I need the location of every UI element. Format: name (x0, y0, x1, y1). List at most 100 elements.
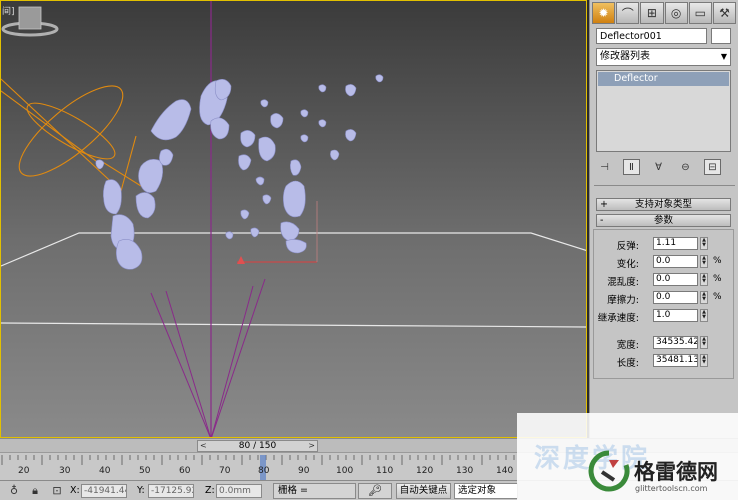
time-slider[interactable]: < 80 / 150 > (197, 440, 318, 452)
inherit-velocity-field[interactable]: 1.0 (653, 309, 698, 322)
cone-line (165, 290, 211, 437)
stack-toolbar: ⊣ Ⅱ ∀ ⊖ ⊟ (596, 158, 731, 176)
friction-field[interactable]: 0.0 (653, 291, 698, 304)
tick-label: 30 (59, 466, 71, 476)
param-friction: 摩擦力: 0.0 ▲ ▼ % (594, 291, 735, 306)
x-coord-label: X: (70, 485, 80, 496)
parameters-body: 反弹: 1.11 ▲ ▼ 变化: 0.0 ▲ ▼ % 混乱度: 0.0 ▲ ▼ % 摩… (593, 229, 734, 379)
particle-cloud (95, 74, 384, 270)
y-coord-label: Y: (137, 485, 145, 496)
rollout-parameters[interactable]: - 参数 (596, 214, 731, 227)
pin-stack-icon[interactable]: ⊣ (596, 159, 613, 175)
cone-line (211, 285, 254, 437)
stack-item-deflector[interactable]: Deflector (598, 72, 729, 86)
modify-icon[interactable]: ⌒ (616, 2, 640, 24)
param-label: 混乱度: (607, 277, 639, 288)
set-key-icon[interactable]: 🔑︎ (358, 483, 392, 499)
selection-filter-dropdown[interactable]: 选定对象 (454, 483, 518, 499)
spinner-icon[interactable]: ▲ ▼ (700, 309, 708, 322)
length-field[interactable]: 35481.13 (653, 354, 698, 367)
spinner-icon[interactable]: ▲ ▼ (700, 273, 708, 286)
maxscript-listener-icon[interactable]: ♁ (7, 484, 21, 498)
spinner-icon[interactable]: ▲ ▼ (700, 291, 708, 304)
cone-line (150, 292, 211, 437)
x-coord-field[interactable]: -41941.44 (81, 484, 127, 498)
hierarchy-icon[interactable]: ⊞ (640, 2, 664, 24)
selection-lock-icon[interactable]: 🔒︎ (28, 484, 42, 498)
emitter-gizmo[interactable] (1, 72, 142, 193)
tick-label: 60 (179, 466, 191, 476)
param-label: 反弹: (616, 241, 639, 252)
tick-label: 120 (416, 466, 434, 476)
rollout-title: 支持对象类型 (634, 199, 692, 210)
make-unique-icon[interactable]: ∀ (650, 159, 667, 175)
modifier-list-dropdown[interactable]: 修改器列表 ▼ (596, 48, 731, 66)
y-coord-field[interactable]: -17125.92 (148, 484, 194, 498)
param-variation: 变化: 0.0 ▲ ▼ % (594, 255, 735, 270)
watermark-title: 格雷德网 (634, 460, 718, 484)
perspective-viewport[interactable]: 间] (0, 0, 587, 438)
watermark-logo-icon (588, 450, 630, 492)
spinner-icon[interactable]: ▲ ▼ (700, 237, 708, 250)
grid-plane-front (1, 322, 586, 328)
command-panel: ✹ ⌒ ⊞ ◎ ▭ ⚒ Deflector001 修改器列表 ▼ Deflect… (589, 0, 738, 438)
tick-label: 110 (376, 466, 394, 476)
remove-modifier-icon[interactable]: ⊖ (677, 159, 694, 175)
param-label: 继承速度: (597, 313, 639, 324)
modifier-list-label: 修改器列表 (600, 51, 650, 62)
auto-key-button[interactable]: 自动关键点 (396, 483, 451, 499)
utilities-icon[interactable]: ⚒ (712, 2, 737, 24)
prev-frame-icon[interactable]: < (200, 441, 207, 451)
viewcube-icon[interactable] (1, 1, 59, 37)
tick-label: 130 (456, 466, 474, 476)
modifier-stack[interactable]: Deflector (596, 70, 731, 152)
cone-line (211, 278, 266, 437)
z-coord-label: Z: (205, 485, 215, 496)
width-field[interactable]: 34535.42 (653, 336, 698, 349)
chevron-down-icon: ▼ (720, 52, 727, 61)
configure-sets-icon[interactable]: ⊟ (703, 159, 721, 175)
create-icon[interactable]: ✹ (592, 2, 616, 24)
tick-label: 100 (336, 466, 354, 476)
spinner-icon[interactable]: ▲ ▼ (700, 255, 708, 268)
display-icon[interactable]: ▭ (688, 2, 712, 24)
tick-label: 40 (99, 466, 111, 476)
expand-icon: + (600, 199, 608, 210)
transform-mode-icon[interactable]: ⊡ (50, 484, 64, 498)
variation-field[interactable]: 0.0 (653, 255, 698, 268)
param-width: 宽度: 34535.42 ▲ ▼ (594, 336, 735, 351)
object-color-swatch[interactable] (711, 28, 731, 44)
rollout-title: 参数 (653, 215, 673, 226)
rollout-support-object-types[interactable]: + 支持对象类型 (596, 198, 731, 211)
param-bounce: 反弹: 1.11 ▲ ▼ (594, 237, 735, 252)
tick-label: 70 (219, 466, 231, 476)
param-label: 摩擦力: (607, 295, 639, 306)
panel-divider (594, 185, 735, 186)
param-chaos: 混乱度: 0.0 ▲ ▼ % (594, 273, 735, 288)
spinner-icon[interactable]: ▲ ▼ (700, 336, 708, 349)
tick-label: 50 (139, 466, 151, 476)
tick-label: 80 (258, 466, 270, 476)
spinner-icon[interactable]: ▲ ▼ (700, 354, 708, 367)
show-end-result-icon[interactable]: Ⅱ (622, 159, 641, 175)
motion-icon[interactable]: ◎ (664, 2, 688, 24)
collapse-icon: - (600, 215, 604, 226)
param-label: 变化: (616, 259, 639, 270)
next-frame-icon[interactable]: > (308, 441, 315, 451)
param-inherit-velocity: 继承速度: 1.0 ▲ ▼ (594, 309, 735, 324)
time-slider-label: 80 / 150 (238, 441, 277, 451)
param-label: 宽度: (616, 340, 639, 351)
chaos-field[interactable]: 0.0 (653, 273, 698, 286)
tick-label: 140 (496, 466, 514, 476)
z-coord-field[interactable]: 0.0mm (216, 484, 262, 498)
viewport-scene (1, 1, 586, 437)
bounce-field[interactable]: 1.11 (653, 237, 698, 250)
tick-label: 90 (298, 466, 310, 476)
object-name-field[interactable]: Deflector001 (596, 28, 707, 44)
watermark-url: glittertoolscn.com (635, 484, 708, 493)
unit-label: % (713, 274, 722, 284)
grid-size-readout: 栅格 = 254.0mm (273, 483, 356, 500)
unit-label: % (713, 256, 722, 266)
param-label: 长度: (616, 358, 639, 369)
command-panel-tabs: ✹ ⌒ ⊞ ◎ ▭ ⚒ (592, 2, 737, 24)
